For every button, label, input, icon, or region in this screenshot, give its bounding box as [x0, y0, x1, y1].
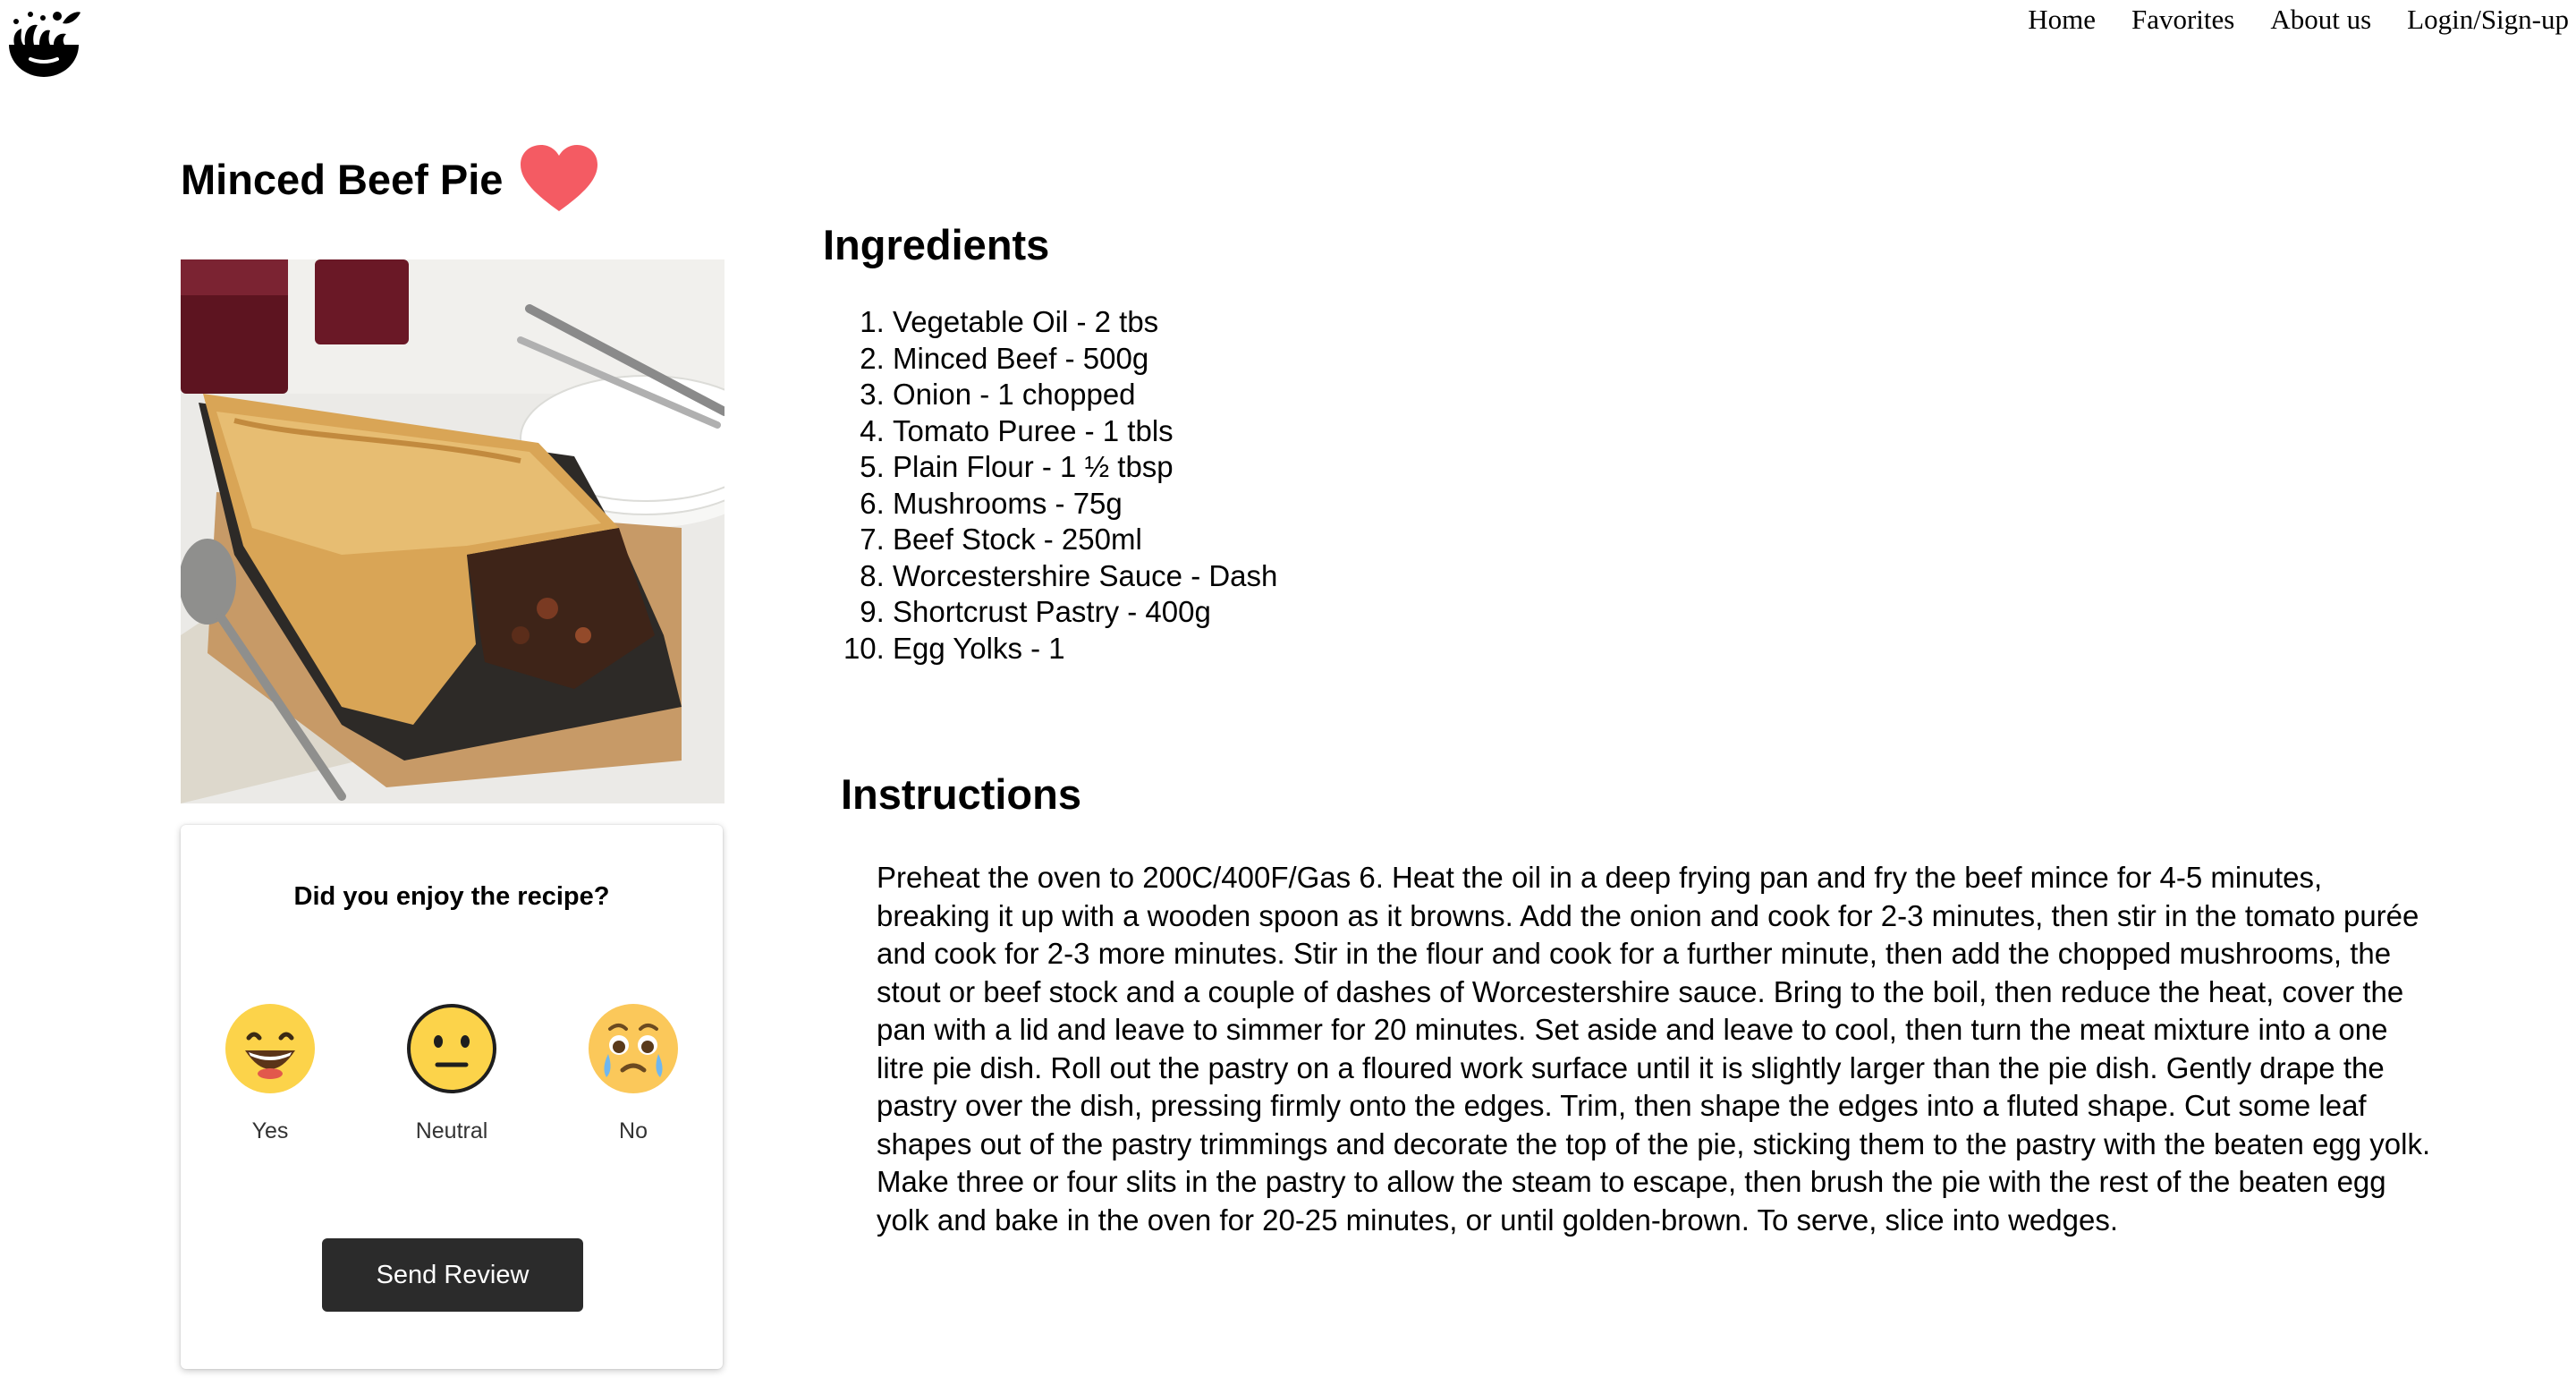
heart-icon[interactable] [519, 143, 599, 215]
ingredient-item: Mushrooms - 75g [893, 486, 1277, 523]
review-option-neutral[interactable]: Neutral [398, 1002, 505, 1144]
review-option-label: Neutral [415, 1118, 488, 1143]
nav-about-link[interactable]: About us [2270, 4, 2371, 36]
salad-bowl-logo-icon[interactable] [4, 4, 84, 84]
ingredients-list: Vegetable Oil - 2 tbs Minced Beef - 500g… [841, 304, 1277, 667]
grinning-face-icon[interactable] [224, 1002, 317, 1095]
review-option-yes[interactable]: Yes [216, 1002, 324, 1144]
ingredient-item: Shortcrust Pastry - 400g [893, 594, 1277, 631]
ingredient-item: Worcestershire Sauce - Dash [893, 558, 1277, 595]
recipe-photo [181, 259, 724, 803]
send-review-button[interactable]: Send Review [322, 1238, 583, 1312]
review-option-no[interactable]: No [580, 1002, 687, 1144]
review-option-label: No [619, 1118, 648, 1143]
nav-favorites-link[interactable]: Favorites [2131, 4, 2234, 36]
ingredient-item: Beef Stock - 250ml [893, 522, 1277, 558]
ingredient-item: Vegetable Oil - 2 tbs [893, 304, 1277, 341]
nav-login-signup-link[interactable]: Login/Sign-up [2407, 4, 2569, 36]
crying-face-icon[interactable] [587, 1002, 680, 1095]
ingredient-item: Onion - 1 chopped [893, 377, 1277, 413]
review-option-label: Yes [251, 1118, 289, 1143]
recipe-title: Minced Beef Pie [181, 155, 504, 203]
ingredient-item: Tomato Puree - 1 tbls [893, 413, 1277, 450]
ingredient-item: Minced Beef - 500g [893, 341, 1277, 378]
ingredient-item: Egg Yolks - 1 [893, 631, 1277, 667]
main-nav: Home Favorites About us Login/Sign-up [2028, 0, 2569, 39]
neutral-face-icon[interactable] [405, 1002, 498, 1095]
ingredients-heading: Ingredients [823, 221, 1050, 268]
review-question: Did you enjoy the recipe? [293, 882, 610, 911]
ingredient-item: Plain Flour - 1 ½ tbsp [893, 449, 1277, 486]
instructions-heading: Instructions [841, 770, 1081, 818]
review-card: Did you enjoy the recipe? Yes Neutral No… [181, 825, 723, 1369]
instructions-text: Preheat the oven to 200C/400F/Gas 6. Hea… [877, 861, 2431, 1237]
recipe-page: Home Favorites About us Login/Sign-up Mi… [0, 0, 2576, 1394]
recipe-title-row: Minced Beef Pie [181, 143, 599, 215]
nav-home-link[interactable]: Home [2028, 4, 2096, 36]
